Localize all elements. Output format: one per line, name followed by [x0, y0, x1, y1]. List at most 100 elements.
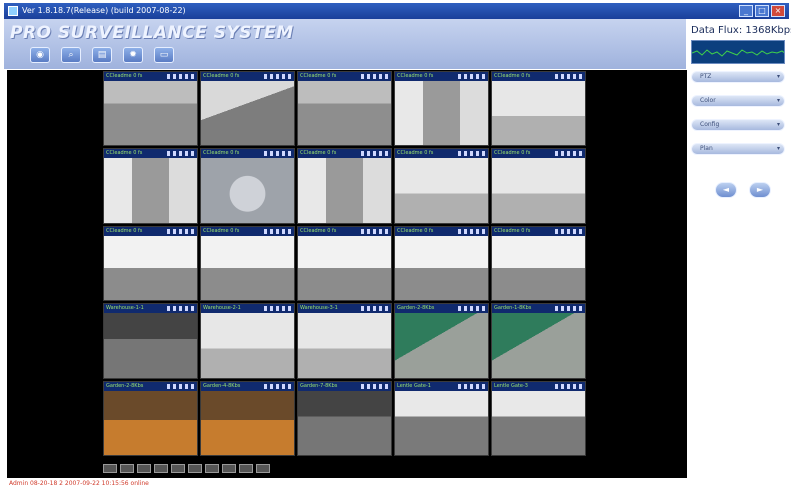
camera-icon[interactable]: ◉ [30, 47, 50, 63]
camera-name: Warehouse-1-1 [106, 305, 144, 312]
camera-tile[interactable]: Lentle Gate-3 [491, 380, 586, 456]
camera-feed [395, 390, 488, 455]
camera-tile[interactable]: Garden-1-8Kbs [491, 303, 586, 379]
camera-tile[interactable]: Warehouse-2-1 [200, 303, 295, 379]
layout-6-button[interactable] [137, 464, 151, 473]
previous-page-button[interactable]: ◄ [715, 182, 737, 198]
camera-feed [492, 235, 585, 301]
camera-tile[interactable]: CCleadme 0 fs [491, 71, 586, 147]
camera-label: Warehouse-2-1 [201, 304, 294, 314]
camera-label: CCleadme 0 fs [298, 226, 391, 236]
camera-status-icons [458, 306, 486, 312]
maximize-button[interactable]: □ [755, 5, 769, 17]
camera-label: Garden-4-8Kbs [201, 381, 294, 391]
plan-button[interactable]: Plan ▾ [691, 143, 785, 155]
app-icon [8, 6, 18, 16]
camera-feed [104, 313, 197, 378]
camera-status-icons [361, 151, 389, 157]
camera-status-icons [458, 74, 486, 79]
monitor-icon[interactable]: ▭ [154, 47, 174, 63]
camera-label: CCleadme 0 fs [298, 149, 391, 159]
layout-1-button[interactable] [103, 464, 117, 473]
camera-grid: CCleadme 0 fs CCleadme 0 fs CCleadme 0 fs C… [103, 71, 589, 458]
camera-label: Lentle Gate-3 [492, 381, 585, 391]
camera-tile[interactable]: CCleadme 0 fs [491, 148, 586, 224]
camera-status-icons [167, 74, 195, 79]
color-button[interactable]: Color ▾ [691, 95, 785, 107]
camera-feed [395, 158, 488, 223]
layout-16-button[interactable] [205, 464, 219, 473]
camera-tile[interactable]: Warehouse-1-1 [103, 303, 198, 379]
camera-label: Lentle Gate-1 [395, 381, 488, 391]
camera-feed [492, 81, 585, 146]
camera-label: Warehouse-1-1 [104, 304, 197, 314]
camera-label: CCleadme 0 fs [492, 226, 585, 236]
camera-status-icons [555, 74, 583, 79]
camera-tile[interactable]: CCleadme 0 fs [200, 71, 295, 147]
camera-tile[interactable]: Lentle Gate-1 [394, 380, 489, 456]
camera-label: CCleadme 0 fs [201, 226, 294, 236]
config-button[interactable]: Config ▾ [691, 119, 785, 131]
camera-tile[interactable]: CCleadme 0 fs [394, 71, 489, 147]
layout-4-button[interactable] [120, 464, 134, 473]
camera-status-icons [458, 383, 486, 389]
camera-feed [201, 235, 294, 301]
camera-feed [492, 390, 585, 455]
camera-tile[interactable]: CCleadme 0 fs [297, 71, 392, 147]
layout-full-button[interactable] [239, 464, 253, 473]
camera-feed [298, 81, 391, 146]
header: PRO SURVEILLANCE SYSTEM ◉ ⌕ ▤ ✹ ▭ [4, 19, 686, 69]
camera-label: CCleadme 0 fs [298, 72, 391, 81]
camera-status-icons [167, 383, 195, 389]
data-flux-label: Data Flux: 1368Kbps [691, 25, 791, 36]
ptz-button-label: PTZ [700, 73, 712, 80]
camera-tile[interactable]: CCleadme 0 fs [103, 148, 198, 224]
camera-tile[interactable]: CCleadme 0 fs [103, 71, 198, 147]
chevron-down-icon: ▾ [776, 97, 780, 104]
camera-tile[interactable]: CCleadme 0 fs [297, 148, 392, 224]
layout-8-button[interactable] [154, 464, 168, 473]
camera-tile[interactable]: Garden-2-8Kbs [103, 380, 198, 456]
camera-tile[interactable]: Garden-4-8Kbs [200, 380, 295, 456]
camera-name: CCleadme 0 fs [300, 227, 337, 234]
camera-tile[interactable]: CCleadme 0 fs [103, 225, 198, 302]
camera-label: CCleadme 0 fs [395, 226, 488, 236]
camera-tile[interactable]: CCleadme 0 fs [491, 225, 586, 302]
camera-status-icons [264, 306, 292, 312]
close-button[interactable]: × [771, 5, 785, 17]
layout-13-button[interactable] [188, 464, 202, 473]
camera-label: CCleadme 0 fs [395, 149, 488, 159]
minimize-button[interactable]: _ [739, 5, 753, 17]
camera-name: CCleadme 0 fs [106, 150, 143, 157]
camera-status-icons [555, 306, 583, 312]
camera-status-icons [555, 151, 583, 157]
camera-tile[interactable]: CCleadme 0 fs [394, 225, 489, 302]
toolbar: ◉ ⌕ ▤ ✹ ▭ [30, 47, 174, 63]
next-page-button[interactable]: ► [749, 182, 771, 198]
camera-status-icons [555, 383, 583, 389]
layout-25-button[interactable] [222, 464, 236, 473]
camera-name: CCleadme 0 fs [106, 73, 143, 79]
camera-tile[interactable]: CCleadme 0 fs [297, 225, 392, 302]
camera-tile[interactable]: Garden-2-8Kbs [394, 303, 489, 379]
chevron-down-icon: ▾ [776, 145, 780, 152]
plan-button-label: Plan [700, 145, 713, 152]
camera-name: CCleadme 0 fs [203, 227, 240, 234]
record-icon[interactable]: ▤ [92, 47, 112, 63]
camera-feed [298, 158, 391, 223]
settings-icon[interactable]: ✹ [123, 47, 143, 63]
camera-name: CCleadme 0 fs [397, 150, 434, 157]
right-panel: Data Flux: 1368Kbps PTZ ▾ Color ▾ Config ▾ … [687, 19, 791, 488]
camera-tile[interactable]: CCleadme 0 fs [394, 148, 489, 224]
camera-tile[interactable]: CCleadme 0 fs [200, 148, 295, 224]
bandwidth-graph [691, 40, 785, 64]
layout-9-button[interactable] [171, 464, 185, 473]
camera-status-icons [264, 228, 292, 234]
camera-tile[interactable]: Garden-7-8Kbs [297, 380, 392, 456]
search-icon[interactable]: ⌕ [61, 47, 81, 63]
camera-tile[interactable]: Warehouse-3-1 [297, 303, 392, 379]
layout-cycle-button[interactable] [256, 464, 270, 473]
camera-tile[interactable]: CCleadme 0 fs [200, 225, 295, 302]
ptz-button[interactable]: PTZ ▾ [691, 71, 785, 83]
camera-name: Garden-2-8Kbs [397, 305, 435, 312]
